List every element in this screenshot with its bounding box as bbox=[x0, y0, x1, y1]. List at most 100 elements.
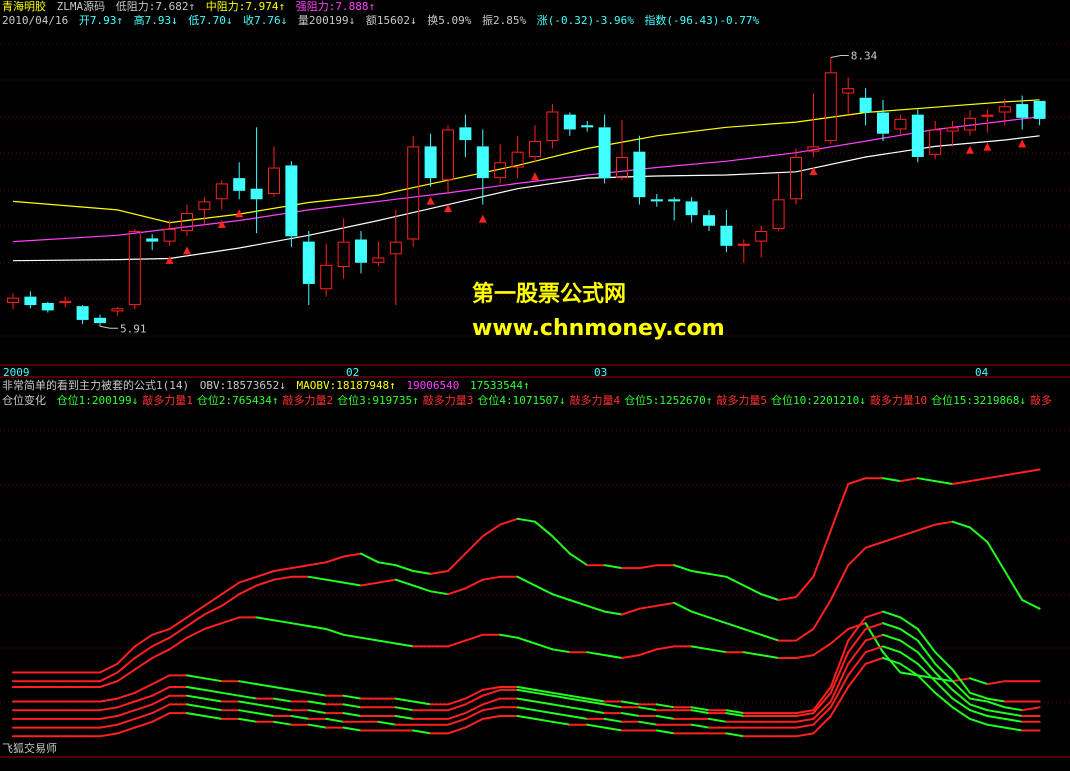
position-segment bbox=[447, 703, 467, 712]
candle bbox=[59, 296, 72, 308]
position-segment bbox=[1021, 599, 1041, 610]
candle bbox=[476, 129, 489, 205]
position-segment bbox=[690, 570, 710, 575]
position-segment bbox=[290, 715, 310, 720]
candle bbox=[163, 220, 176, 246]
up-triangle-marker bbox=[183, 246, 191, 255]
position-segment bbox=[238, 709, 258, 715]
position-segment bbox=[882, 477, 902, 483]
candle-body bbox=[1033, 100, 1046, 119]
position-segment bbox=[742, 628, 763, 636]
position-segment bbox=[621, 654, 641, 659]
candle-body bbox=[650, 199, 663, 202]
position-segment bbox=[133, 712, 154, 720]
candle-body bbox=[146, 238, 159, 242]
candle bbox=[233, 162, 246, 200]
position-segment bbox=[342, 581, 362, 587]
position-segment bbox=[394, 697, 415, 703]
position-segment bbox=[638, 706, 658, 712]
position-segment bbox=[273, 567, 293, 572]
position-segment bbox=[481, 575, 502, 581]
maobv-value: MAOBV:18187948↑ bbox=[296, 379, 396, 392]
position-segment bbox=[882, 645, 902, 654]
position-segment bbox=[481, 688, 502, 697]
position-segment bbox=[864, 541, 884, 549]
position-segment bbox=[586, 723, 606, 729]
position-segment bbox=[238, 700, 258, 706]
position-segment bbox=[655, 601, 676, 607]
position-segment bbox=[568, 599, 589, 607]
position-segment bbox=[429, 590, 449, 596]
position-segment bbox=[603, 564, 623, 570]
position-segment bbox=[412, 570, 432, 575]
position-segment bbox=[203, 715, 223, 720]
up-triangle-marker bbox=[478, 214, 487, 223]
position-segment bbox=[255, 683, 275, 688]
position-segment bbox=[151, 674, 171, 686]
position-segment bbox=[255, 712, 275, 717]
obv-value: OBV:18573652↓ bbox=[199, 379, 286, 392]
position-segment bbox=[882, 633, 902, 642]
position-segment bbox=[899, 616, 919, 630]
position-segment bbox=[203, 697, 223, 703]
position-segment bbox=[499, 517, 519, 526]
position-segment bbox=[812, 686, 832, 712]
position-item: 仓位10:2201210↓ bbox=[771, 394, 866, 407]
position-segment bbox=[690, 723, 710, 729]
position-segment bbox=[464, 578, 484, 590]
position-item: 敲多力量1 bbox=[142, 394, 193, 407]
position-segment bbox=[551, 593, 571, 601]
candle bbox=[511, 135, 524, 179]
position-segment bbox=[812, 642, 832, 657]
candle bbox=[459, 114, 472, 157]
position-segment bbox=[342, 703, 362, 709]
position-segment bbox=[99, 680, 119, 688]
position-segment bbox=[412, 700, 432, 706]
position-segment bbox=[969, 691, 989, 700]
position-segment bbox=[847, 477, 867, 485]
stock-name[interactable]: 青海明胶 bbox=[2, 0, 46, 13]
position-segment bbox=[795, 723, 815, 729]
up-triangle-marker bbox=[217, 219, 226, 228]
position-segment bbox=[847, 639, 867, 665]
candle bbox=[320, 243, 333, 297]
candle bbox=[929, 120, 942, 160]
position-segment bbox=[360, 581, 380, 587]
position-segment bbox=[795, 717, 815, 723]
position-segment bbox=[220, 581, 241, 596]
position-segment bbox=[220, 593, 241, 607]
position-segment bbox=[916, 477, 937, 483]
position-segment bbox=[708, 572, 728, 578]
header-row-4: 仓位变化 仓位1:200199↓ 敲多力量1 仓位2:765434↑ 敲多力量2 仓位3… bbox=[2, 394, 1060, 408]
position-segment bbox=[447, 552, 467, 572]
position-segment bbox=[133, 703, 154, 712]
position-segment bbox=[534, 709, 554, 715]
candle bbox=[650, 194, 663, 207]
position-segment bbox=[516, 706, 536, 712]
position-segment bbox=[760, 633, 780, 642]
position-segment bbox=[603, 726, 623, 732]
position-segment bbox=[638, 720, 658, 726]
position-item: 敲多力量4 bbox=[569, 394, 621, 407]
position-segment bbox=[829, 564, 850, 601]
quote-turnover: 换5.09% bbox=[427, 14, 472, 27]
position-segment bbox=[969, 477, 989, 483]
candle-body bbox=[181, 213, 193, 232]
candle bbox=[598, 114, 611, 184]
candle-body bbox=[59, 300, 72, 303]
position-segment bbox=[899, 628, 919, 642]
candle-body bbox=[250, 188, 263, 200]
quote-index: 指数(-96.43)-0.77% bbox=[644, 14, 760, 27]
position-segment bbox=[1021, 468, 1041, 474]
position-item: 敲多力量5 bbox=[716, 394, 768, 407]
position-segment bbox=[951, 480, 971, 485]
up-triangle-marker bbox=[983, 142, 992, 151]
position-segment bbox=[116, 717, 136, 726]
candle bbox=[842, 77, 855, 115]
candle bbox=[215, 180, 228, 210]
candle bbox=[355, 231, 367, 274]
candle bbox=[981, 109, 994, 133]
obv-value-3: 17533544↑ bbox=[470, 379, 530, 392]
position-segment bbox=[412, 584, 432, 593]
x-label-02: 02 bbox=[346, 366, 360, 379]
